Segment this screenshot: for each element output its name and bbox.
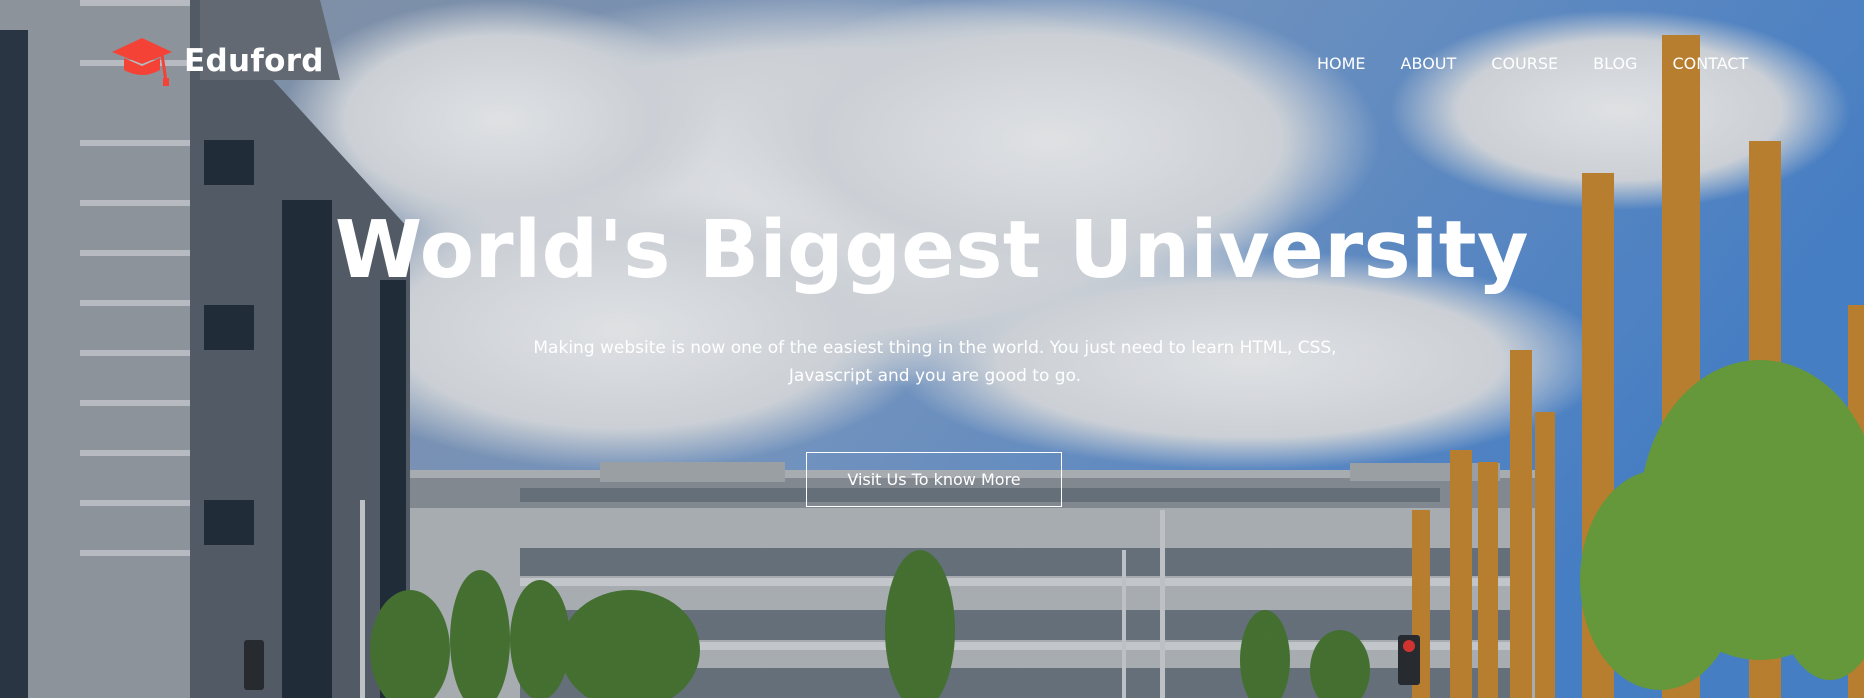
nav-item-contact[interactable]: CONTACT [1672, 54, 1748, 73]
nav-item-course[interactable]: COURSE [1491, 54, 1558, 73]
nav-item-home[interactable]: HOME [1317, 54, 1366, 73]
brand-logo[interactable]: Eduford [110, 34, 324, 88]
graduation-cap-icon [112, 38, 172, 86]
visit-us-button[interactable]: Visit Us To know More [806, 452, 1062, 507]
hero-section: Eduford HOME ABOUT COURSE BLOG CONTACT W… [0, 0, 1864, 698]
brand-name: Eduford [184, 43, 324, 79]
nav-item-blog[interactable]: BLOG [1593, 54, 1637, 73]
hero-headline: World's Biggest University [334, 204, 1530, 296]
hero-subtext: Making website is now one of the easiest… [533, 338, 1337, 386]
main-nav: HOME ABOUT COURSE BLOG CONTACT [1317, 54, 1748, 73]
nav-item-about[interactable]: ABOUT [1401, 54, 1457, 73]
